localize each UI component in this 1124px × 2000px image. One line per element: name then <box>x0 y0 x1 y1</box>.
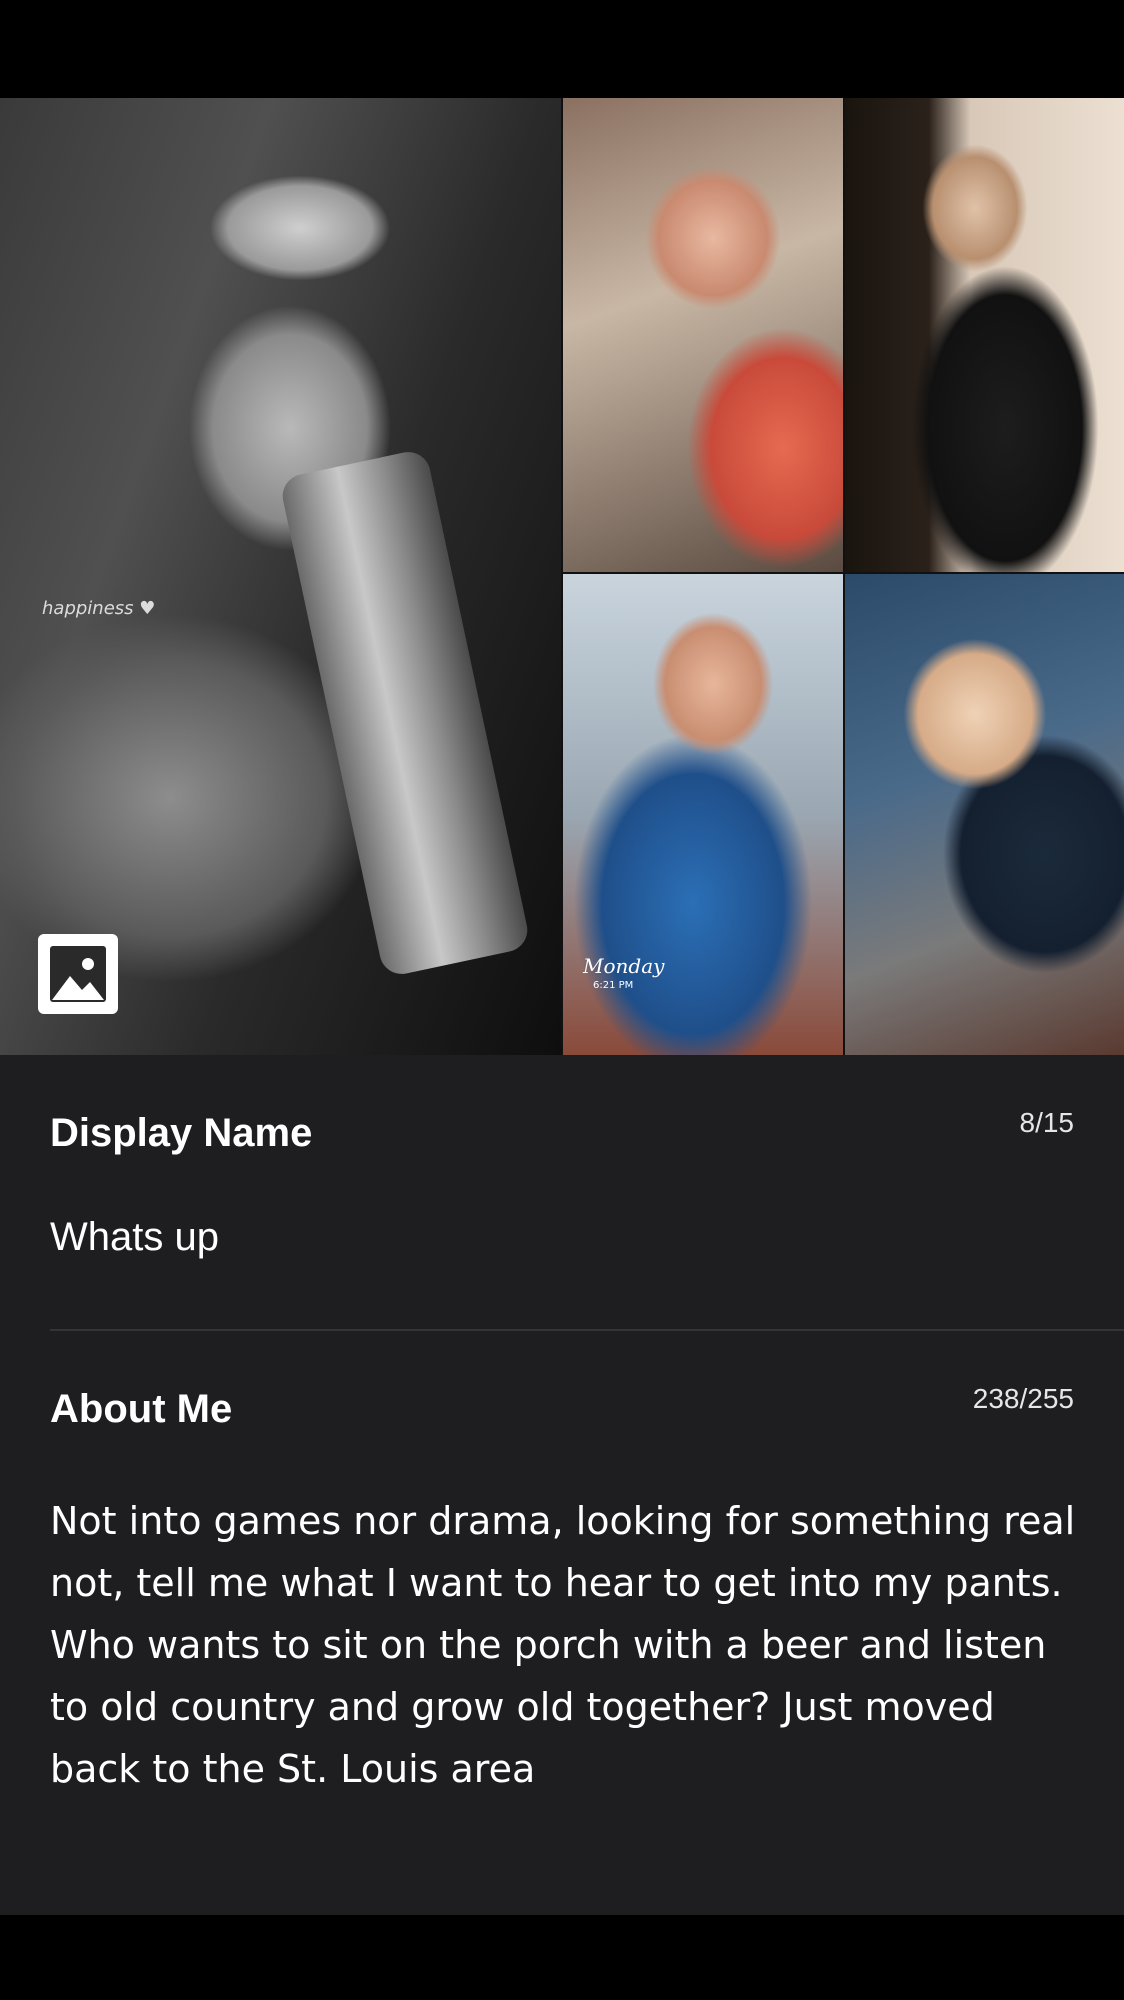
about-me-label: About Me <box>50 1387 233 1431</box>
status-bar-area <box>0 0 1124 98</box>
about-me-counter: 238/255 <box>972 1383 1074 1414</box>
gallery-image-icon[interactable] <box>38 934 118 1014</box>
divider <box>50 1329 1124 1331</box>
profile-fields-panel: Display Name 8/15 Whats up About Me 238/… <box>0 1055 1124 1915</box>
story-time: 6:21 PM <box>593 980 634 991</box>
about-me-field[interactable]: Not into games nor drama, looking for so… <box>50 1490 1080 1800</box>
profile-photo-main[interactable]: happiness ♥ <box>0 98 561 1055</box>
bottom-bar-area <box>0 1915 1124 2000</box>
profile-photo-5[interactable] <box>845 574 1124 1055</box>
story-title: Monday <box>583 954 665 978</box>
display-name-counter: 8/15 <box>1019 1107 1075 1138</box>
photo-detail <box>278 447 532 979</box>
photo-caption: happiness ♥ <box>42 598 156 619</box>
profile-photo-2[interactable] <box>563 98 843 572</box>
display-name-field[interactable]: Whats up <box>50 1215 219 1260</box>
profile-photo-3[interactable] <box>845 98 1124 572</box>
display-name-label: Display Name <box>50 1111 313 1155</box>
profile-photo-4[interactable]: Monday 6:21 PM <box>563 574 843 1055</box>
photo-grid: happiness ♥ Monday 6:21 PM <box>0 98 1124 1055</box>
